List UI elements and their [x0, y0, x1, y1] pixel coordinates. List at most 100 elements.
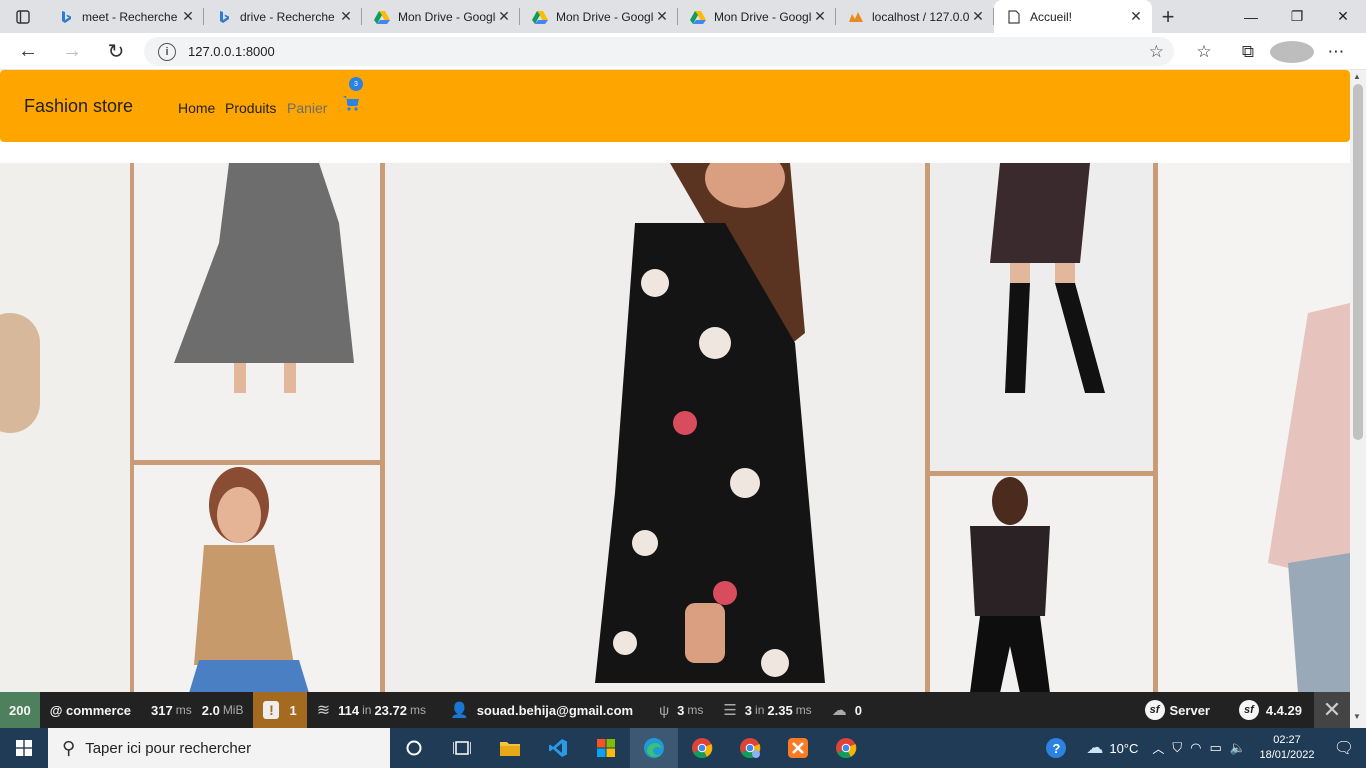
file-explorer-icon[interactable]	[486, 728, 534, 768]
minimize-icon[interactable]: —	[1228, 0, 1274, 33]
close-window-icon[interactable]: ✕	[1320, 0, 1366, 33]
tab-title: Mon Drive - Google	[714, 9, 812, 24]
symfony-debug-toolbar: 200 @ commerce 317 ms 2.0 MiB ! 1 ≋ 114 …	[0, 692, 1350, 728]
scroll-down-icon[interactable]: ▼	[1353, 712, 1361, 721]
edge-browser-icon[interactable]	[630, 728, 678, 768]
db-time: 2.35	[767, 702, 793, 718]
favorites-icon[interactable]: ☆	[1182, 42, 1226, 62]
close-tab-icon[interactable]: ✕	[970, 8, 986, 25]
browser-tab[interactable]: Mon Drive - Google ✕	[520, 0, 678, 33]
windows-start-icon[interactable]	[0, 728, 48, 768]
close-tab-icon[interactable]: ✕	[654, 8, 670, 25]
cache-panel[interactable]: ≋ 114 in 23.72 ms	[307, 692, 436, 728]
bing-icon	[216, 9, 232, 25]
site-navbar: Fashion store Home Produits Panier 3	[0, 70, 1350, 142]
profile-icon[interactable]	[1270, 40, 1314, 63]
restore-icon[interactable]: ❐	[1274, 0, 1320, 33]
route-name: @ commerce	[49, 702, 132, 718]
security-icon[interactable]: ⛉	[1172, 740, 1182, 756]
browser-tab-active[interactable]: Accueil! ✕	[994, 0, 1152, 33]
close-tab-icon[interactable]: ✕	[812, 8, 828, 25]
system-tray: ? ☁ 10°C ︿ ⛉ ◠ ▭ 🔈 02:27 18/01/2022 🗨	[1046, 728, 1366, 768]
twig-panel[interactable]: ψ 3 ms	[643, 692, 713, 728]
status-code-value: 200	[9, 702, 31, 718]
clock[interactable]: 02:27 18/01/2022	[1252, 733, 1322, 763]
server-label: Server	[1169, 702, 1210, 718]
wifi-icon[interactable]: ◠	[1190, 740, 1201, 756]
reload-icon[interactable]: ↻	[94, 33, 138, 70]
browser-tab[interactable]: meet - Recherche ✕	[46, 0, 204, 33]
nav-home[interactable]: Home	[178, 100, 215, 116]
scroll-up-icon[interactable]: ▲	[1353, 72, 1361, 81]
chrome-icon[interactable]	[678, 728, 726, 768]
cache-in: in	[362, 703, 372, 717]
nav-panier[interactable]: Panier	[287, 100, 327, 116]
avatar	[1270, 40, 1314, 63]
cortana-icon[interactable]	[390, 728, 438, 768]
browser-tab[interactable]: Mon Drive - Google ✕	[678, 0, 836, 33]
url-text: 127.0.0.1:8000	[188, 44, 275, 59]
database-panel[interactable]: ☰ 3 in 2.35 ms	[713, 692, 821, 728]
volume-icon[interactable]: 🔈	[1230, 740, 1246, 756]
close-tab-icon[interactable]: ✕	[1128, 8, 1144, 25]
add-favorite-icon[interactable]: ☆	[1149, 42, 1164, 62]
taskbar-search-input[interactable]: ⚲ Taper ici pour rechercher	[48, 728, 390, 768]
server-panel[interactable]: sf Server	[1135, 692, 1220, 728]
symfony-version-panel[interactable]: sf 4.4.29	[1229, 692, 1312, 728]
help-icon[interactable]: ?	[1046, 738, 1067, 758]
user-email: souad.behija@gmail.com	[476, 702, 634, 718]
page-scrollbar[interactable]: ▲ ▼	[1350, 70, 1366, 732]
browser-tab-strip: meet - Recherche ✕ drive - Recherche ✕ M…	[0, 0, 1366, 33]
warnings-panel[interactable]: ! 1	[253, 692, 307, 728]
cart-icon[interactable]	[342, 94, 360, 112]
browser-tab[interactable]: drive - Recherche ✕	[204, 0, 362, 33]
site-info-icon[interactable]: i	[158, 42, 176, 61]
close-toolbar-icon[interactable]: ✕	[1314, 692, 1350, 728]
close-tab-icon[interactable]: ✕	[338, 8, 354, 25]
browser-tab[interactable]: localhost / 127.0.0 ✕	[836, 0, 994, 33]
google-drive-icon	[374, 9, 390, 25]
address-bar[interactable]: i 127.0.0.1:8000 ☆	[144, 37, 1174, 66]
symfony-logo-icon: sf	[1144, 700, 1165, 720]
settings-more-icon[interactable]: ⋯	[1314, 42, 1358, 62]
page-viewport: Fashion store Home Produits Panier 3	[0, 70, 1350, 692]
route-info[interactable]: @ commerce	[40, 692, 141, 728]
close-tab-icon[interactable]: ✕	[180, 8, 196, 25]
brand-link[interactable]: Fashion store	[24, 96, 133, 117]
chrome-profile-icon[interactable]	[726, 728, 774, 768]
back-icon[interactable]: ←	[6, 33, 50, 70]
battery-icon[interactable]: ▭	[1210, 740, 1222, 756]
db-unit: ms	[795, 703, 812, 717]
user-panel[interactable]: 👤 souad.behija@gmail.com	[436, 692, 643, 728]
request-time-unit: ms	[175, 703, 192, 717]
memory-usage[interactable]: 2.0 MiB	[202, 692, 254, 728]
collections-icon[interactable]: ⧉	[1226, 42, 1270, 62]
forward-icon[interactable]: →	[50, 33, 94, 70]
nav-produits[interactable]: Produits	[225, 100, 276, 116]
weather-cloud-icon: ☁	[1086, 738, 1104, 757]
browser-tab[interactable]: Mon Drive - Google ✕	[362, 0, 520, 33]
google-drive-icon	[532, 9, 548, 25]
new-tab-icon[interactable]: +	[1152, 0, 1184, 33]
close-tab-icon[interactable]: ✕	[496, 8, 512, 25]
task-view-icon[interactable]	[438, 728, 486, 768]
microsoft-store-icon[interactable]	[582, 728, 630, 768]
upload-count: 0	[854, 702, 862, 718]
exclamation-icon: !	[263, 701, 280, 719]
vscode-icon[interactable]	[534, 728, 582, 768]
xampp-icon[interactable]	[774, 728, 822, 768]
collage-figure-shape	[0, 313, 40, 433]
collage-dress-shape	[174, 163, 354, 393]
upload-panel[interactable]: ☁ 0	[822, 692, 872, 728]
notifications-icon[interactable]: 🗨	[1322, 738, 1366, 758]
chrome-icon[interactable]	[822, 728, 870, 768]
tab-actions-icon[interactable]	[0, 0, 46, 33]
scrollbar-thumb[interactable]	[1353, 84, 1363, 440]
tab-title: localhost / 127.0.0	[872, 9, 970, 24]
status-code[interactable]: 200	[0, 692, 40, 728]
clock-date: 18/01/2022	[1259, 749, 1315, 761]
request-time[interactable]: 317 ms	[141, 692, 202, 728]
request-time-value: 317	[151, 702, 173, 718]
chevron-up-icon[interactable]: ︿	[1152, 740, 1164, 757]
weather-temperature[interactable]: 10°C	[1109, 741, 1138, 756]
